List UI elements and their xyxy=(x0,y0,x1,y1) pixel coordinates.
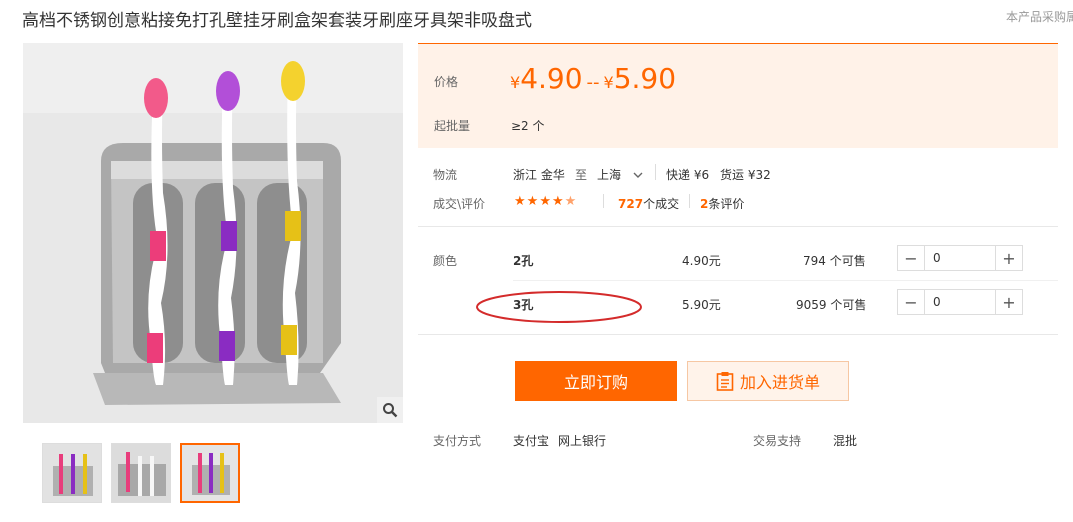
logistics-to-word: 至 xyxy=(575,168,588,182)
trade-support-label: 交易支持 xyxy=(753,434,802,448)
quantity-stepper: − 0 + xyxy=(897,289,1023,315)
product-title: 高档不锈钢创意粘接免打孔壁挂牙刷盒架套装牙刷座牙具架非吸盘式 xyxy=(22,11,532,31)
section-divider xyxy=(418,226,1058,227)
divider xyxy=(689,194,690,208)
plus-button[interactable]: + xyxy=(995,246,1022,270)
annotation-circle xyxy=(476,291,642,323)
divider xyxy=(655,164,656,180)
sku-color-label: 颜色 xyxy=(433,254,458,268)
deals-label: 成交\评价 xyxy=(433,197,486,211)
logistics-destination[interactable]: 上海 xyxy=(597,166,621,183)
toothbrush-holder-picture xyxy=(23,43,403,423)
price-separator: -- xyxy=(586,72,600,93)
rating-stars: ★★★★★ xyxy=(514,194,577,209)
payment-label: 支付方式 xyxy=(433,434,482,448)
thumbnail-strip xyxy=(42,443,240,503)
product-main-image[interactable] xyxy=(23,43,403,423)
freight-fee: 货运 ¥32 xyxy=(720,168,771,182)
currency-symbol-2: ¥ xyxy=(603,73,614,92)
thumbnail-3-selected[interactable] xyxy=(180,443,240,503)
moq-value: ≥2 个 xyxy=(511,119,545,133)
minus-button[interactable]: − xyxy=(898,290,925,314)
thumbnail-2[interactable] xyxy=(111,443,171,503)
sku-price: 5.90元 xyxy=(682,298,721,312)
clipboard-icon xyxy=(716,372,734,391)
row-divider xyxy=(513,280,1058,281)
minus-button[interactable]: − xyxy=(898,246,925,270)
thumbnail-1[interactable] xyxy=(42,443,102,503)
add-to-cart-label: 加入进货单 xyxy=(739,373,820,392)
quantity-input[interactable]: 0 xyxy=(925,246,995,270)
currency-symbol: ¥ xyxy=(510,73,521,92)
section-divider xyxy=(418,334,1058,335)
procurement-note: 本产品采购属 xyxy=(1006,10,1073,24)
star-icon: ★ xyxy=(539,194,552,209)
trade-support-value: 混批 xyxy=(833,434,858,448)
price-label: 价格 xyxy=(434,75,459,89)
review-count[interactable]: 2条评价 xyxy=(700,195,744,212)
review-count-suffix: 条评价 xyxy=(708,197,745,211)
price-low: 4.90 xyxy=(520,62,583,95)
price-box: 价格 ¥4.90 -- ¥5.90 起批量 ≥2 个 xyxy=(418,43,1058,148)
sku-name: 2孔 xyxy=(513,254,534,268)
price-high: 5.90 xyxy=(613,62,677,95)
sku-stock: 9059 个可售 xyxy=(796,298,867,312)
divider xyxy=(603,194,604,208)
logistics-from: 浙江 金华 xyxy=(513,168,565,182)
express-fee: 快递 ¥6 xyxy=(666,168,710,182)
order-now-button[interactable]: 立即订购 xyxy=(515,361,677,401)
price-range: ¥4.90 -- ¥5.90 xyxy=(510,62,676,95)
add-to-cart-button[interactable]: 加入进货单 xyxy=(687,361,849,401)
sku-price: 4.90元 xyxy=(682,254,721,268)
deal-count-number: 727 xyxy=(618,197,644,211)
chevron-down-icon[interactable] xyxy=(632,166,644,185)
logistics-label: 物流 xyxy=(433,168,458,182)
payment-online-bank: 网上银行 xyxy=(558,434,607,448)
sku-stock: 794 个可售 xyxy=(803,254,866,268)
star-icon: ★ xyxy=(526,194,540,209)
deal-count[interactable]: 727个成交 xyxy=(618,195,679,212)
plus-button[interactable]: + xyxy=(995,290,1022,314)
payment-alipay: 支付宝 xyxy=(513,434,550,448)
moq-label: 起批量 xyxy=(434,119,471,133)
zoom-icon[interactable] xyxy=(377,397,403,423)
quantity-input[interactable]: 0 xyxy=(925,290,995,314)
star-icon: ★ xyxy=(551,194,565,209)
half-star-icon: ★ xyxy=(564,194,578,209)
star-icon: ★ xyxy=(514,194,527,209)
quantity-stepper: − 0 + xyxy=(897,245,1023,271)
deal-count-suffix: 个成交 xyxy=(643,197,680,211)
